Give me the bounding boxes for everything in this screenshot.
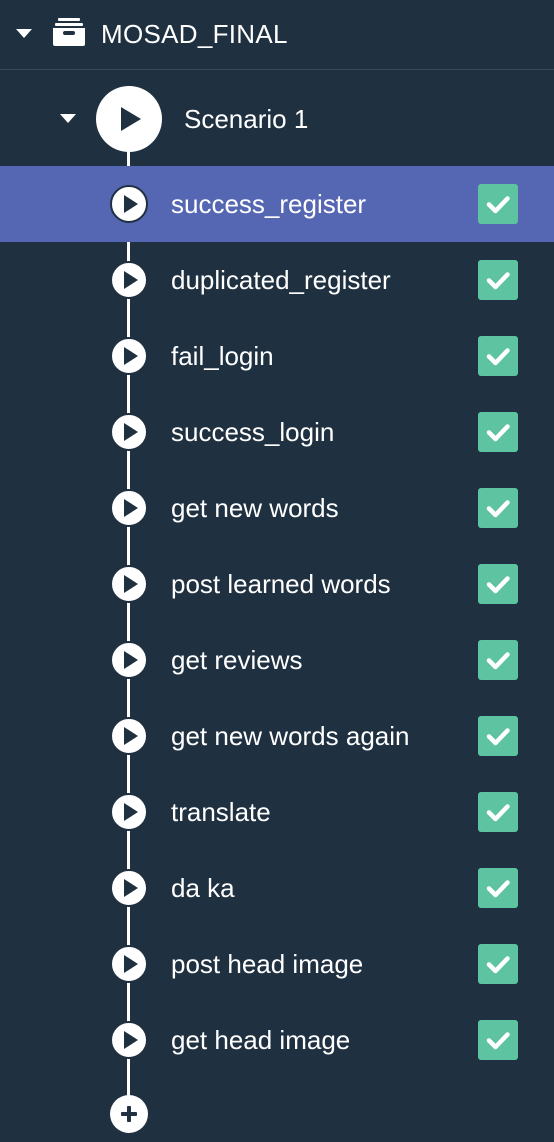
test-case-row[interactable]: success_login [0, 394, 554, 470]
test-case-name: translate [171, 797, 271, 827]
test-case-name: post learned words [171, 569, 391, 599]
test-case-name: success_register [171, 189, 367, 219]
play-circle-icon[interactable] [109, 944, 149, 984]
test-case-name: fail_login [171, 341, 274, 371]
check-icon[interactable] [478, 336, 518, 376]
test-case-row[interactable]: fail_login [0, 318, 554, 394]
check-icon[interactable] [478, 488, 518, 528]
play-circle-icon[interactable] [109, 868, 149, 908]
play-circle-icon[interactable] [109, 488, 149, 528]
project-row[interactable]: MOSAD_FINAL [0, 0, 554, 69]
scenario-row[interactable]: Scenario 1 [0, 70, 554, 166]
test-case-name: success_login [171, 417, 335, 447]
check-icon[interactable] [478, 792, 518, 832]
test-case-name: get new words again [171, 721, 410, 751]
test-case-row[interactable]: success_register [0, 166, 554, 242]
test-case-row[interactable]: da ka [0, 850, 554, 926]
play-circle-icon[interactable] [109, 412, 149, 452]
plus-circle-icon[interactable] [109, 1094, 149, 1134]
test-case-row[interactable]: post learned words [0, 546, 554, 622]
check-icon[interactable] [478, 412, 518, 452]
project-name: MOSAD_FINAL [101, 19, 288, 49]
test-case-row[interactable]: post head image [0, 926, 554, 1002]
test-case-row[interactable]: duplicated_register [0, 242, 554, 318]
play-circle-icon[interactable] [109, 1020, 149, 1060]
check-icon[interactable] [478, 564, 518, 604]
play-circle-icon[interactable] [109, 260, 149, 300]
play-circle-icon[interactable] [96, 86, 162, 152]
check-icon[interactable] [478, 944, 518, 984]
check-icon[interactable] [478, 640, 518, 680]
test-case-name: da ka [171, 873, 235, 903]
test-case-name: get reviews [171, 645, 303, 675]
test-case-row[interactable]: get head image [0, 1002, 554, 1078]
play-circle-icon[interactable] [109, 792, 149, 832]
test-case-name: get head image [171, 1025, 351, 1055]
scenario-name: Scenario 1 [184, 104, 309, 134]
play-circle-icon[interactable] [109, 564, 149, 604]
test-case-name: duplicated_register [171, 265, 391, 295]
caret-down-icon[interactable] [16, 29, 32, 38]
play-circle-icon[interactable] [109, 716, 149, 756]
caret-down-icon[interactable] [60, 114, 76, 123]
play-circle-icon[interactable] [109, 336, 149, 376]
test-case-row[interactable]: get new words [0, 470, 554, 546]
check-icon[interactable] [478, 260, 518, 300]
test-case-row[interactable]: get new words again [0, 698, 554, 774]
play-circle-icon[interactable] [109, 184, 149, 224]
test-case-name: get new words [171, 493, 339, 523]
test-case-row[interactable]: translate [0, 774, 554, 850]
test-tree-panel: MOSAD_FINAL Scenario 1 success_registerd… [0, 0, 554, 1142]
play-circle-icon[interactable] [109, 640, 149, 680]
check-icon[interactable] [478, 1020, 518, 1060]
test-case-row[interactable]: get reviews [0, 622, 554, 698]
check-icon[interactable] [478, 184, 518, 224]
test-case-name: post head image [171, 949, 364, 979]
check-icon[interactable] [478, 716, 518, 756]
archive-box-icon [53, 18, 85, 46]
check-icon[interactable] [478, 868, 518, 908]
